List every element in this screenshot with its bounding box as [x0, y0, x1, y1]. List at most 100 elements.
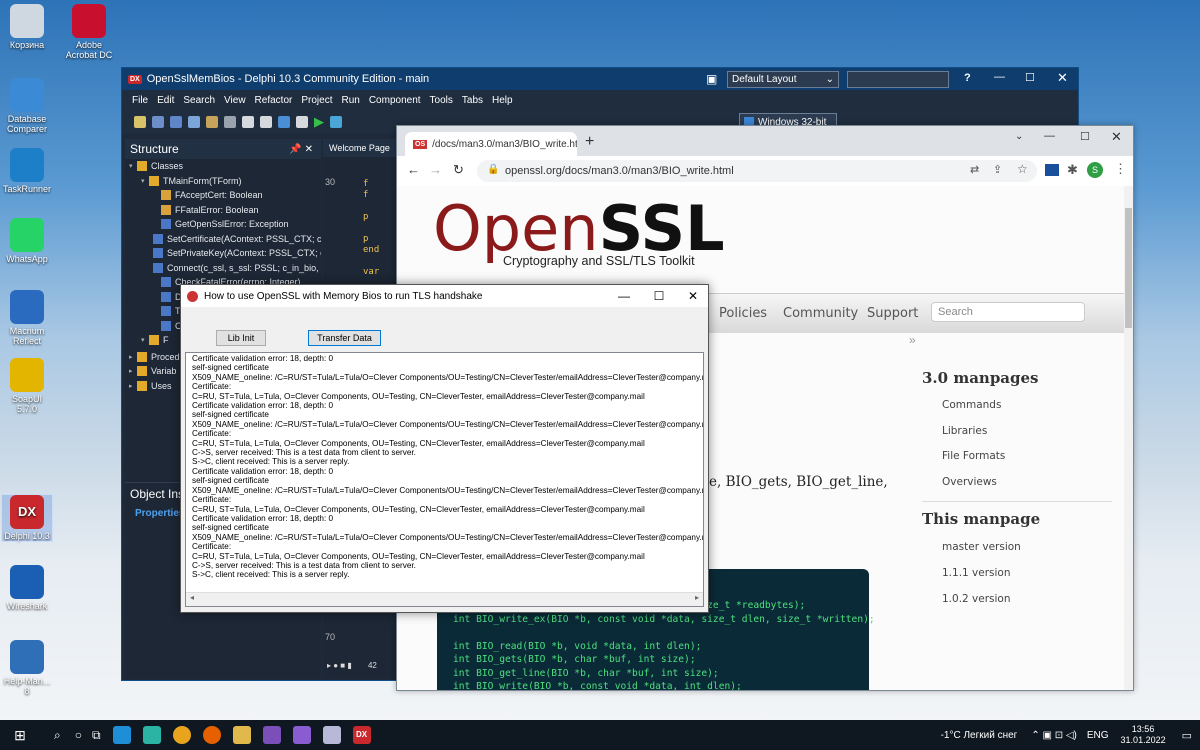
delphi-taskbar-icon[interactable]: DX	[352, 726, 371, 744]
tree-item[interactable]: SetPrivateKey(AContext: PSSL_CTX; cc	[125, 246, 321, 261]
scroll-left-icon[interactable]: ◂	[190, 593, 194, 602]
ide-search-input[interactable]	[847, 71, 949, 88]
desktop-wireshark[interactable]: Wireshark	[2, 565, 52, 611]
expand-icon[interactable]: ▸	[129, 353, 137, 361]
weather-widget[interactable]: -1°C Легкий снег	[941, 730, 1018, 741]
expand-icon[interactable]: ▾	[141, 177, 149, 185]
welcome-page-tab[interactable]: Welcome Page	[323, 139, 398, 157]
close-button[interactable]: ✕	[678, 285, 708, 307]
search-icon[interactable]: ⌕	[54, 728, 61, 743]
tree-item[interactable]: ▾ TMainForm(TForm)	[125, 174, 321, 189]
chrome-icon[interactable]	[172, 726, 191, 744]
menu-item-component[interactable]: Component	[369, 95, 421, 106]
visual-studio-2-icon[interactable]	[292, 726, 311, 744]
page-scrollbar[interactable]	[1124, 186, 1133, 690]
expand-icon[interactable]: ▾	[141, 336, 149, 344]
expand-icon[interactable]: ▾	[129, 162, 137, 170]
sidebar-link[interactable]: 1.0.2 version	[942, 586, 1112, 612]
menu-item-project[interactable]: Project	[301, 95, 332, 106]
chevron-down-icon[interactable]: ⌄	[1015, 131, 1023, 142]
tree-item[interactable]: Connect(c_ssl, s_ssl: PSSL; c_in_bio, c_	[125, 261, 321, 276]
save-all-icon[interactable]	[188, 116, 200, 128]
menu-item-tabs[interactable]: Tabs	[462, 95, 483, 106]
desktop-whatsapp[interactable]: WhatsApp	[2, 218, 52, 264]
pin-icon[interactable]: 📌 ✕	[289, 144, 313, 155]
menu-item-tools[interactable]: Tools	[430, 95, 453, 106]
share-icon[interactable]: ⇪	[993, 163, 1002, 176]
monitor-icon[interactable]: ▣	[706, 72, 717, 86]
address-bar[interactable]: 🔒 openssl.org/docs/man3.0/man3/BIO_write…	[477, 160, 1037, 182]
start-button[interactable]: ⊞	[0, 727, 40, 744]
toggle-form-icon[interactable]	[260, 116, 272, 128]
unit-icon[interactable]	[278, 116, 290, 128]
clock[interactable]: 13:56 31.01.2022	[1121, 724, 1166, 746]
tree-item[interactable]: ▾ Classes	[125, 159, 321, 174]
sidebar-link[interactable]: Overviews	[942, 470, 1112, 496]
help-button[interactable]: ?	[964, 72, 971, 84]
forward-icon[interactable]: →	[429, 162, 442, 177]
desktop-macrium[interactable]: Macrium Reflect	[2, 290, 52, 346]
nav-policies[interactable]: Policies	[719, 306, 767, 321]
maximize-button[interactable]: ☐	[644, 285, 674, 307]
open-file-icon[interactable]	[152, 116, 164, 128]
task-view-icon[interactable]: ⧉	[92, 728, 101, 743]
lib-init-button[interactable]: Lib Init	[216, 330, 266, 346]
firefox-icon[interactable]	[202, 726, 221, 744]
nav-support[interactable]: Support	[867, 306, 918, 321]
tray-icons[interactable]: ⌃ ▣ ⊡ ◁)	[1031, 730, 1077, 741]
scrollbar-thumb[interactable]	[1125, 208, 1132, 328]
puzzle-icon[interactable]: ✱	[1067, 162, 1078, 178]
nav-community[interactable]: Community	[783, 306, 858, 321]
desktop-acrobat[interactable]: Adobe Acrobat DC	[64, 4, 114, 60]
new-tab-icon[interactable]: +	[585, 133, 594, 151]
menu-item-file[interactable]: File	[132, 95, 148, 106]
edge-icon[interactable]	[142, 726, 161, 744]
save-app-icon[interactable]	[322, 726, 341, 744]
run-icon[interactable]: ▶	[314, 114, 324, 130]
desktop-recycle-bin[interactable]: Корзина	[2, 4, 52, 50]
menu-item-edit[interactable]: Edit	[157, 95, 174, 106]
notification-icon[interactable]: ▭	[1182, 729, 1192, 742]
profile-avatar[interactable]: S	[1087, 162, 1103, 178]
new-file-icon[interactable]	[134, 116, 146, 128]
maximize-button[interactable]: ☐	[1080, 130, 1090, 143]
dialog-title-bar[interactable]: How to use OpenSSL with Memory Bios to r…	[181, 285, 708, 307]
menu-item-search[interactable]: Search	[183, 95, 215, 106]
menu-item-run[interactable]: Run	[341, 95, 359, 106]
close-button[interactable]: ✕	[1111, 129, 1122, 145]
maximize-button[interactable]: ☐	[1025, 71, 1035, 84]
edge-legacy-icon[interactable]	[112, 726, 131, 744]
visual-studio-icon[interactable]	[262, 726, 281, 744]
site-search-input[interactable]: Search	[931, 302, 1085, 322]
transfer-data-button[interactable]: Transfer Data	[308, 330, 381, 346]
scroll-right-icon[interactable]: ▸	[695, 593, 699, 602]
openssl-demo-dialog[interactable]: How to use OpenSSL with Memory Bios to r…	[180, 284, 709, 613]
menu-item-refactor[interactable]: Refactor	[255, 95, 293, 106]
save-icon[interactable]	[170, 116, 182, 128]
run-without-debug-icon[interactable]	[330, 116, 342, 128]
desktop-soapui[interactable]: SoapUI 5.7.0	[2, 358, 52, 414]
translate-icon[interactable]: ⇄	[970, 163, 979, 176]
sidebar-link[interactable]: master version	[942, 534, 1112, 560]
explorer-icon[interactable]	[232, 726, 251, 744]
tree-item[interactable]: FAcceptCert: Boolean	[125, 188, 321, 203]
tree-item[interactable]: GetOpenSslError: Exception	[125, 217, 321, 232]
chrome-tab[interactable]: OS /docs/man3.0/man3/BIO_write.ht	[405, 132, 577, 156]
language-indicator[interactable]: ENG	[1087, 730, 1109, 741]
bookmark-icon[interactable]: ☆	[1017, 162, 1028, 176]
desktop-taskrunner[interactable]: TaskRunner	[2, 148, 52, 194]
remove-file-icon[interactable]	[224, 116, 236, 128]
open-project-icon[interactable]	[206, 116, 218, 128]
desktop-database-comparer[interactable]: Database Comparer	[2, 78, 52, 134]
reload-icon[interactable]: ↻	[453, 162, 464, 178]
tree-item[interactable]: SetCertificate(AContext: PSSL_CTX; cc	[125, 232, 321, 247]
cortana-icon[interactable]: ○	[75, 728, 82, 742]
menu-item-view[interactable]: View	[224, 95, 246, 106]
sidebar-link[interactable]: Libraries	[942, 419, 1112, 445]
expand-icon[interactable]: ▸	[129, 382, 137, 390]
tree-item[interactable]: FFatalError: Boolean	[125, 203, 321, 218]
delphi-title-bar[interactable]: DX OpenSslMemBios - Delphi 10.3 Communit…	[122, 68, 1078, 90]
back-icon[interactable]: ←	[407, 162, 420, 177]
sidebar-link[interactable]: 1.1.1 version	[942, 560, 1112, 586]
menu-item-help[interactable]: Help	[492, 95, 513, 106]
